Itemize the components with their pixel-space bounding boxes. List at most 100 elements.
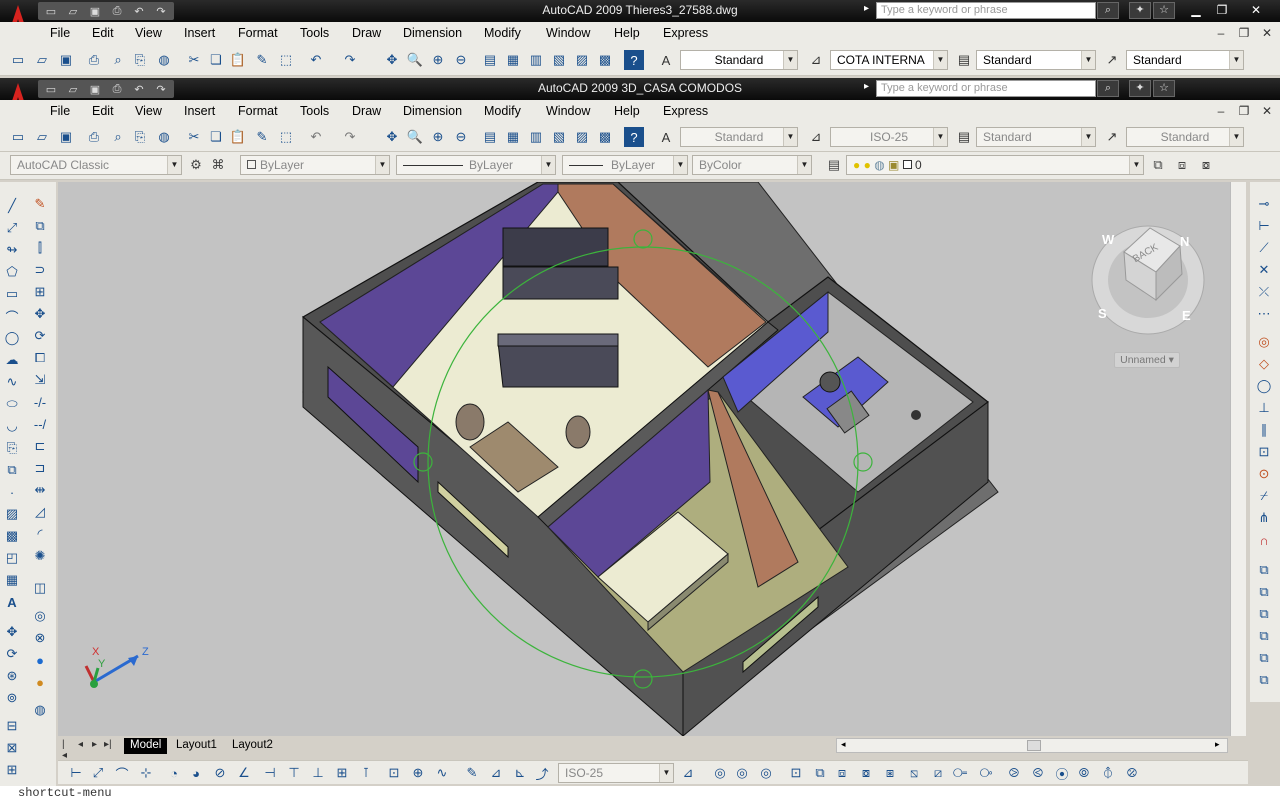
tool-palettes-icon[interactable]: ▥ [526,50,546,70]
hatch-icon[interactable]: ▨ [2,504,22,524]
trim-icon[interactable]: -/- [30,392,50,412]
pan-icon[interactable]: ✥ [382,127,402,147]
snap-perpendicular-icon[interactable]: ⊥ [1254,398,1274,418]
compass-n[interactable]: N [1180,234,1189,249]
view-back-icon[interactable]: ⧉ [1254,670,1274,690]
dim-baseline-icon[interactable]: ⊤ [284,763,304,783]
menu-tools[interactable]: Tools [300,26,329,40]
quickcalc-icon[interactable]: ▩ [595,127,615,147]
view-left-icon[interactable]: ⧉ [1254,604,1274,624]
plotstyle-control-select[interactable]: ByColor ▼ [692,155,812,175]
tolerance-icon[interactable]: ⊡ [384,763,404,783]
front-window-titlebar[interactable]: ▭ ▱ ▣ ⎙ ↶ ↷ AutoCAD 2009 3D_CASA COMODOS ▸ Ty… [0,78,1280,119]
wireframe-3d-icon[interactable]: ⊗ [30,628,50,648]
open-icon[interactable]: ▱ [63,2,83,20]
save-icon[interactable]: ▣ [56,127,76,147]
break-icon[interactable]: ⊐ [30,458,50,478]
front-mleader-style-select[interactable]: Standard ▼ [1126,127,1244,147]
ucs-view-icon[interactable]: ⧅ [904,763,924,783]
orbit-free-icon[interactable]: ◎ [732,763,752,783]
explode-icon[interactable]: ✺ [30,546,50,566]
quick-dim-icon[interactable]: ⊣ [260,763,280,783]
ucs-x-icon[interactable]: ⧁ [1004,763,1024,783]
help-icon[interactable]: ? [624,127,644,147]
view-right-icon[interactable]: ⧉ [1254,626,1274,646]
communication-center-icon[interactable]: ✦ [1129,2,1151,19]
ucs-origin-icon[interactable]: ⧄ [928,763,948,783]
search-arrow-icon[interactable]: ▸ [864,81,869,92]
scroll-right-icon[interactable]: ▸ [1215,739,1220,750]
ucs-world-icon[interactable]: ⧉ [810,763,830,783]
menu-window[interactable]: Window [546,104,590,118]
save-icon[interactable]: ▣ [56,50,76,70]
ucs-settings-icon[interactable]: ⦼ [1122,763,1142,783]
insert-block-icon[interactable]: ⎘ [2,438,22,458]
ellipse-arc-icon[interactable]: ◡ [2,416,22,436]
save-icon[interactable]: ▣ [85,2,105,20]
make-block-icon[interactable]: ⧉ [2,460,22,480]
erase-icon[interactable]: ✎ [30,194,50,214]
vertical-scrollbar[interactable] [1230,182,1246,736]
print-icon[interactable]: ⎙ [107,2,127,20]
pan-icon[interactable]: ✥ [382,50,402,70]
redo-icon[interactable]: ↷ [340,50,360,70]
visual-styles-icon[interactable]: ◫ [30,578,50,598]
doc-restore-icon[interactable]: ❐ [1235,104,1253,118]
plot-icon[interactable]: ⎙ [84,127,104,147]
doc-minimize-icon[interactable]: – [1212,26,1230,40]
layer-control-select[interactable]: ● ● ◍ ▣ 0 ▼ [846,155,1144,175]
move-icon[interactable]: ✥ [30,304,50,324]
dim-aligned-icon[interactable]: ⊠ [2,738,22,758]
publish-icon[interactable]: ⎘ [130,50,150,70]
text-style-icon[interactable]: A [656,50,676,70]
snap-insert-icon[interactable]: ⊡ [1254,442,1274,462]
dim-style-icon[interactable]: ⊿ [806,127,826,147]
communication-center-icon[interactable]: ✦ [1129,80,1151,97]
back-table-style-select[interactable]: Standard ▼ [976,50,1096,70]
tab-nav-prev-icon[interactable]: ◂ [78,739,83,750]
menu-dimension[interactable]: Dimension [403,26,462,40]
block-editor-icon[interactable]: ⬚ [276,50,296,70]
save-icon[interactable]: ▣ [85,80,105,98]
markup-icon[interactable]: ▨ [572,50,592,70]
layer-states-icon[interactable]: ⧇ [1196,155,1216,175]
search-icon[interactable]: ⌕ [1097,80,1119,97]
back-mleader-style-select[interactable]: Standard ▼ [1126,50,1244,70]
offset-icon[interactable]: ⊃ [30,260,50,280]
close-icon[interactable]: ✕ [1244,1,1268,19]
back-text-style-select[interactable]: Standard ▼ [680,50,798,70]
conceptual-icon[interactable]: ● [30,672,50,692]
menu-modify[interactable]: Modify [484,26,521,40]
dim-text-edit-icon[interactable]: ⊾ [510,763,530,783]
break-at-point-icon[interactable]: ⊏ [30,436,50,456]
doc-close-icon[interactable]: ✕ [1258,104,1276,118]
ucs-object-icon[interactable]: ⧆ [880,763,900,783]
sheet-set-icon[interactable]: ▧ [549,50,569,70]
cut-icon[interactable]: ✂ [184,127,204,147]
qnew-icon[interactable]: ▭ [8,127,28,147]
favorites-star-icon[interactable]: ☆ [1153,80,1175,97]
dim-style-manager-icon[interactable]: ⊿ [678,763,698,783]
tab-nav-last-icon[interactable]: ▸| [104,739,112,750]
table-style-icon[interactable]: ▤ [954,50,974,70]
line-icon[interactable]: ╱ [2,196,22,216]
front-text-style-select[interactable]: Standard ▼ [680,127,798,147]
view-top-icon[interactable]: ⧉ [1254,560,1274,580]
ucs-apply-icon[interactable]: ⦾ [1074,763,1094,783]
search-arrow-icon[interactable]: ▸ [864,3,869,14]
snap-center-icon[interactable]: ◎ [1254,332,1274,352]
array-icon[interactable]: ⊞ [30,282,50,302]
rotate-icon[interactable]: ⟳ [30,326,50,346]
sheet-set-icon[interactable]: ▧ [549,127,569,147]
undo-icon[interactable]: ↶ [129,80,149,98]
favorites-star-icon[interactable]: ☆ [1153,2,1175,19]
menu-format[interactable]: Format [238,26,278,40]
rotate-3d-icon[interactable]: ⟳ [2,644,22,664]
realistic-icon[interactable]: ● [30,650,50,670]
menu-insert[interactable]: Insert [184,104,215,118]
compass-s[interactable]: S [1098,306,1107,321]
render-icon[interactable]: ◍ [30,700,50,720]
osnap-settings-icon[interactable]: ∩ [1254,530,1274,550]
zoom-window-icon[interactable]: ⊕ [428,127,448,147]
markup-icon[interactable]: ▨ [572,127,592,147]
